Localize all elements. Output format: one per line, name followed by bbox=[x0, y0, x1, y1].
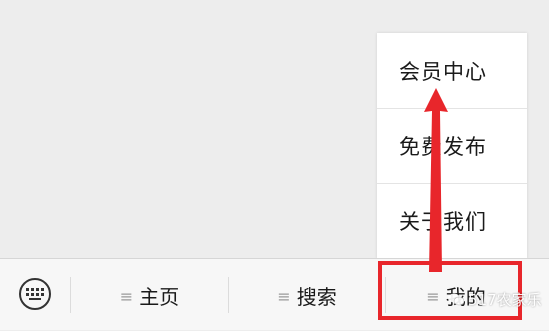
keyboard-icon[interactable] bbox=[19, 278, 51, 310]
watermark-text: 517农家乐 bbox=[468, 291, 542, 309]
tab-label: 主页 bbox=[139, 284, 180, 309]
tab-home[interactable]: ≡ 主页 bbox=[71, 259, 228, 331]
watermark: 517农家乐 bbox=[448, 289, 542, 310]
arrow-annotation bbox=[424, 88, 448, 272]
tab-label: 搜索 bbox=[296, 284, 337, 309]
tab-search[interactable]: ≡ 搜索 bbox=[229, 259, 385, 331]
menu-lines-icon: ≡ bbox=[277, 286, 291, 306]
chat-bubble-icon bbox=[448, 293, 464, 306]
submenu-item-label: 会员中心 bbox=[399, 59, 487, 84]
menu-lines-icon: ≡ bbox=[119, 286, 134, 306]
